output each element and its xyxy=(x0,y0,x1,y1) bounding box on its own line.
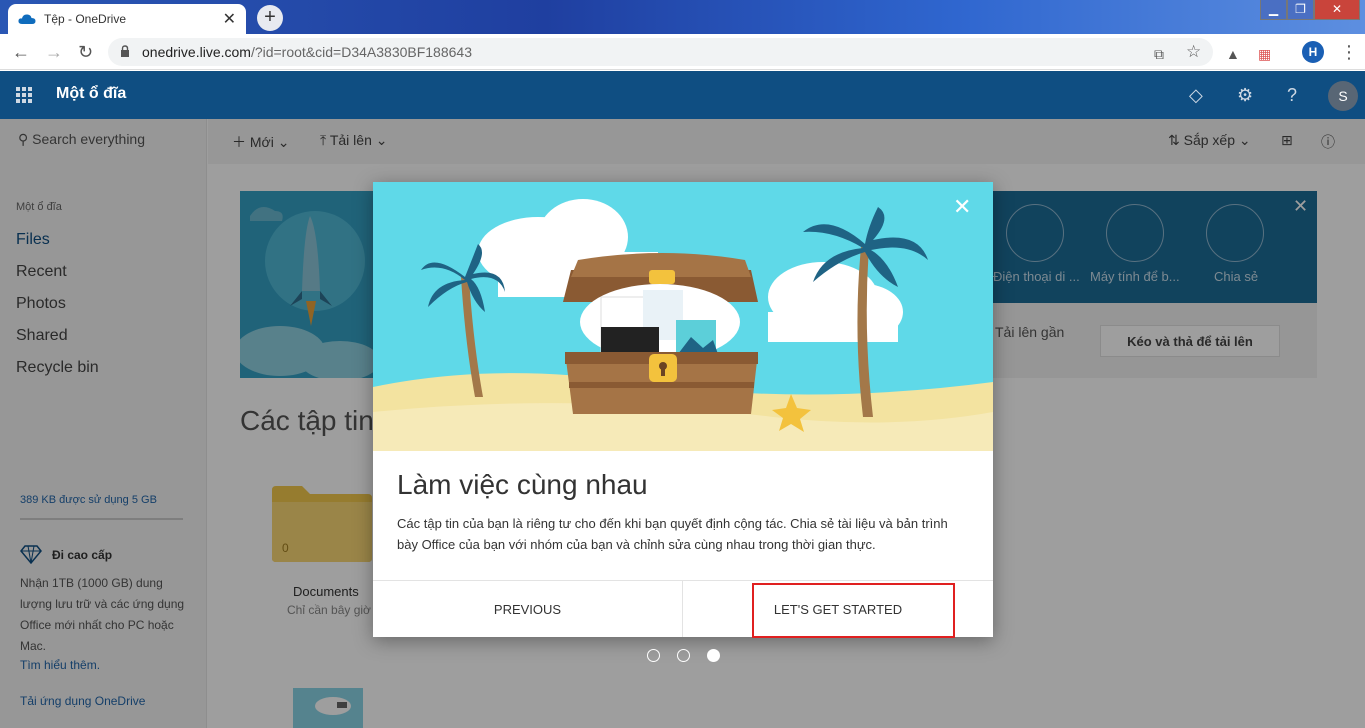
url-path: /?id=root&cid=D34A3830BF188643 xyxy=(250,44,472,60)
lock-icon xyxy=(121,45,129,57)
dialog-close-icon[interactable]: ✕ xyxy=(953,194,971,220)
highlight-box xyxy=(752,583,955,638)
translate-icon[interactable]: ⧉ xyxy=(1154,44,1164,64)
pager-dot-1[interactable] xyxy=(647,649,660,662)
new-tab-button[interactable]: + xyxy=(257,5,283,31)
window-close-button[interactable]: ✕ xyxy=(1314,0,1360,20)
window-maximize-button[interactable]: ❐ xyxy=(1287,0,1314,20)
calendar-extension-icon[interactable]: ▦ xyxy=(1258,44,1271,64)
onboarding-dialog: ✕ Làm việc cùng nhau Các tập tin của bạn… xyxy=(373,182,993,637)
pager-dot-3[interactable] xyxy=(707,649,720,662)
reload-icon[interactable]: ↻ xyxy=(78,42,93,62)
address-bar[interactable]: onedrive.live.com/?id=root&cid=D34A3830B… xyxy=(108,38,1213,66)
app-header: Một ổ đĩa ◇ ⚙ ? S xyxy=(0,71,1365,119)
browser-tab[interactable]: Tệp - OneDrive ✕ xyxy=(8,4,246,34)
treasure-chest-illustration xyxy=(373,182,993,451)
tab-title: Tệp - OneDrive xyxy=(44,12,127,26)
browser-menu-icon[interactable]: ⋮ xyxy=(1340,42,1358,62)
pager-dot-2[interactable] xyxy=(677,649,690,662)
url-host: onedrive.live.com xyxy=(142,44,251,60)
bookmark-star-icon[interactable]: ☆ xyxy=(1186,42,1201,62)
back-arrow-icon[interactable]: ← xyxy=(12,42,30,62)
onedrive-cloud-icon xyxy=(18,14,36,24)
app-launcher-icon[interactable] xyxy=(16,87,32,103)
dialog-body: Các tập tin của bạn là riêng tư cho đến … xyxy=(397,516,948,552)
diamond-premium-icon[interactable]: ◇ xyxy=(1189,85,1203,106)
browser-titlebar: Tệp - OneDrive ✕ + ▁ ❐ ✕ xyxy=(0,0,1365,34)
window-minimize-button[interactable]: ▁ xyxy=(1260,0,1287,20)
browser-profile-avatar[interactable]: H xyxy=(1302,41,1324,63)
dialog-title: Làm việc cùng nhau xyxy=(397,469,648,500)
user-avatar[interactable]: S xyxy=(1328,81,1358,111)
browser-toolbar: ← → ↻ onedrive.live.com/?id=root&cid=D34… xyxy=(0,34,1365,70)
forward-arrow-icon[interactable]: → xyxy=(45,42,63,62)
drive-extension-icon[interactable]: ▲ xyxy=(1226,44,1240,64)
previous-button[interactable]: PREVIOUS xyxy=(373,581,683,637)
gear-icon[interactable]: ⚙ xyxy=(1237,85,1253,106)
tab-close-icon[interactable]: ✕ xyxy=(223,9,236,29)
app-title[interactable]: Một ổ đĩa xyxy=(56,85,126,103)
help-icon[interactable]: ? xyxy=(1287,85,1297,106)
